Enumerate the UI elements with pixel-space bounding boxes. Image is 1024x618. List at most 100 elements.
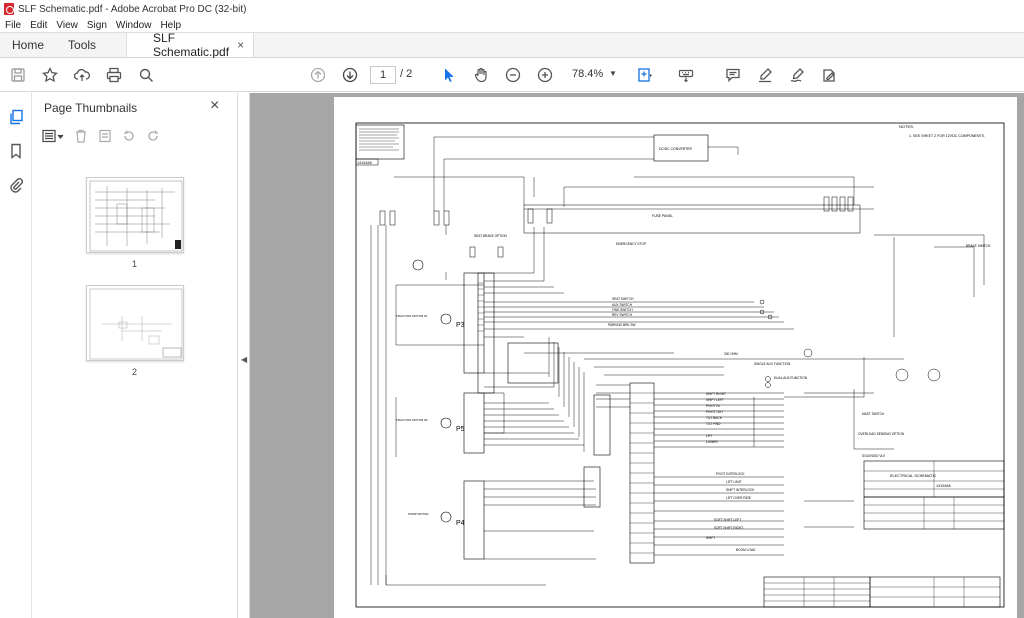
- seat-brake-label: SEAT BRAKE OPTION: [474, 234, 508, 238]
- zoom-in-icon[interactable]: [536, 66, 554, 84]
- attachments-icon[interactable]: [8, 177, 24, 193]
- left-navigation-rail: [0, 93, 32, 618]
- pivot-in-label: PIVOT IN: [706, 404, 720, 408]
- zoom-dropdown-icon[interactable]: ▼: [609, 69, 617, 78]
- title-block-title: ELECTRICAL SCHEMATIC: [890, 474, 937, 478]
- fill-sign-icon[interactable]: [820, 66, 838, 84]
- lower-label: LOWER: [706, 440, 718, 444]
- thumbnail-label-2: 2: [132, 367, 138, 377]
- menu-bar: File Edit View Sign Window Help: [0, 18, 1024, 32]
- document-viewer[interactable]: NOTES: 1. SEE SHEET 2 FOR 12VDC COMPONEN…: [250, 93, 1024, 618]
- converter-label: DC/DC CONVERTER: [659, 147, 692, 151]
- dual-aux-label: DUAL AUX FUNCTION: [774, 376, 808, 380]
- fit-page-icon[interactable]: [636, 66, 654, 84]
- thumbnail-label-1: 1: [132, 259, 138, 269]
- rotate-ccw-icon[interactable]: [122, 129, 136, 146]
- pivot-out-label: PIVOT OUT: [706, 410, 723, 414]
- pump-motor-label: PUMP MOTOR: [408, 512, 429, 516]
- window-title: SLF Schematic.pdf - Adobe Acrobat Pro DC…: [18, 3, 247, 15]
- rev-switch-label: REV SWITCH: [612, 313, 633, 317]
- emergency-stop-label: EMERGENCY STOP: [616, 242, 646, 246]
- select-cursor-icon[interactable]: [440, 66, 458, 84]
- title-block-drawing-number: 1415446: [936, 484, 951, 488]
- thumbnails-panel: Page Thumbnails × 1 2: [32, 93, 238, 618]
- menu-view[interactable]: View: [56, 20, 78, 31]
- highlight-pen-icon[interactable]: [756, 66, 774, 84]
- page-thumbnails-icon[interactable]: [8, 109, 24, 125]
- tilt-fwd-label: TILT FWD: [706, 422, 721, 426]
- notes-title: NOTES:: [899, 124, 914, 129]
- soft-shift-right-label: SOFT SHIFT RIGHT: [714, 526, 743, 530]
- controller-p3: P3: [456, 322, 465, 329]
- collapse-panel-icon[interactable]: ◀: [241, 355, 247, 364]
- solenoid-label: SOLENOID VLV: [862, 454, 886, 458]
- thumbnail-toolbar: [42, 129, 160, 146]
- previous-page-icon[interactable]: [309, 66, 327, 84]
- close-tab-icon[interactable]: ×: [237, 38, 244, 52]
- bookmark-star-icon[interactable]: [41, 66, 59, 84]
- zoom-out-icon[interactable]: [504, 66, 522, 84]
- save-icon[interactable]: [9, 66, 27, 84]
- aux-switch-label: AUX SWITCH: [612, 303, 633, 307]
- rotate-cw-icon[interactable]: [146, 129, 160, 146]
- panel-splitter[interactable]: ◀: [238, 93, 250, 618]
- zoom-level[interactable]: 78.4%: [572, 68, 603, 80]
- lift-override-label: LIFT OVER RIDE: [726, 496, 751, 500]
- parking-brake-label: PARKING BRK SW: [608, 323, 636, 327]
- controller-p4: P4: [456, 520, 465, 527]
- close-panel-icon[interactable]: ×: [210, 97, 219, 115]
- menu-edit[interactable]: Edit: [30, 20, 47, 31]
- menu-window[interactable]: Window: [116, 20, 152, 31]
- overload-option-label: OVERLOAD SENSING OPTION: [858, 432, 905, 436]
- keyboard-icon[interactable]: [677, 66, 695, 84]
- controller-p5: P5: [456, 426, 465, 433]
- cloud-upload-icon[interactable]: [73, 66, 91, 84]
- page-number-input[interactable]: 1: [370, 66, 396, 84]
- lift-label: LIFT: [706, 434, 713, 438]
- brake-switch-label: BRAKE SWITCH: [966, 244, 991, 248]
- resistor-label: 330 OHM: [724, 352, 738, 356]
- pdf-page: NOTES: 1. SEE SHEET 2 FOR 12VDC COMPONEN…: [334, 97, 1017, 618]
- insert-page-icon[interactable]: [98, 129, 112, 146]
- traction-motor-1-label: TRACTION MOTOR #1: [396, 314, 428, 318]
- seat-switch-label: SEAT SWITCH: [612, 297, 634, 301]
- lift-limit-label: LIFT LIMIT: [726, 480, 742, 484]
- page-thumbnail-2[interactable]: [86, 285, 184, 361]
- tab-document-label: SLF Schematic.pdf: [153, 31, 230, 59]
- shift-left-label: SHIFT LEFT: [706, 398, 724, 402]
- window-titlebar: SLF Schematic.pdf - Adobe Acrobat Pro DC…: [0, 0, 1024, 18]
- fuse-panel-label: FUSE PANEL: [652, 214, 673, 218]
- search-zoom-icon[interactable]: [137, 66, 155, 84]
- traction-motor-2-label: TRACTION MOTOR #2: [396, 418, 428, 422]
- pivot-interlock-label: PIVOT INTERLOCK: [716, 472, 746, 476]
- hand-tool-icon[interactable]: [472, 66, 490, 84]
- tilt-back-label: TILT BACK: [706, 416, 723, 420]
- tab-bar: Home Tools SLF Schematic.pdf ×: [0, 31, 1024, 59]
- delete-page-icon[interactable]: [74, 129, 88, 146]
- comment-icon[interactable]: [724, 66, 742, 84]
- notes-item-1: 1. SEE SHEET 2 FOR 12VDC COMPONENTS.: [909, 134, 985, 138]
- tab-home[interactable]: Home: [0, 33, 56, 57]
- bookmarks-icon[interactable]: [8, 143, 24, 159]
- print-icon[interactable]: [105, 66, 123, 84]
- panel-title: Page Thumbnails: [44, 101, 138, 115]
- tab-document[interactable]: SLF Schematic.pdf ×: [126, 31, 255, 59]
- menu-help[interactable]: Help: [160, 20, 181, 31]
- mast-switch-label: MAST SWITCH: [862, 412, 885, 416]
- acrobat-logo-icon: [4, 3, 14, 15]
- shift-label: SHIFT: [706, 536, 715, 540]
- next-page-icon[interactable]: [341, 66, 359, 84]
- electrical-schematic: NOTES: 1. SEE SHEET 2 FOR 12VDC COMPONEN…: [355, 122, 1005, 608]
- thumbnail-options-icon[interactable]: [42, 129, 64, 146]
- soft-shift-left-label: SOFT SHIFT LEFT: [714, 518, 741, 522]
- menu-sign[interactable]: Sign: [87, 20, 107, 31]
- shift-right-label: SHIFT RIGHT: [706, 392, 726, 396]
- main-toolbar: 1 / 2 78.4% ▼: [0, 58, 1024, 92]
- drawing-number-top: 1415446: [357, 161, 372, 165]
- page-thumbnail-1[interactable]: [86, 177, 184, 253]
- shift-interlock-label: SHIFT INTERLOCK: [726, 488, 755, 492]
- boom-load-label: BOOM LOAD: [736, 548, 756, 552]
- menu-file[interactable]: File: [5, 20, 21, 31]
- sign-icon[interactable]: [788, 66, 806, 84]
- tab-tools[interactable]: Tools: [56, 33, 108, 57]
